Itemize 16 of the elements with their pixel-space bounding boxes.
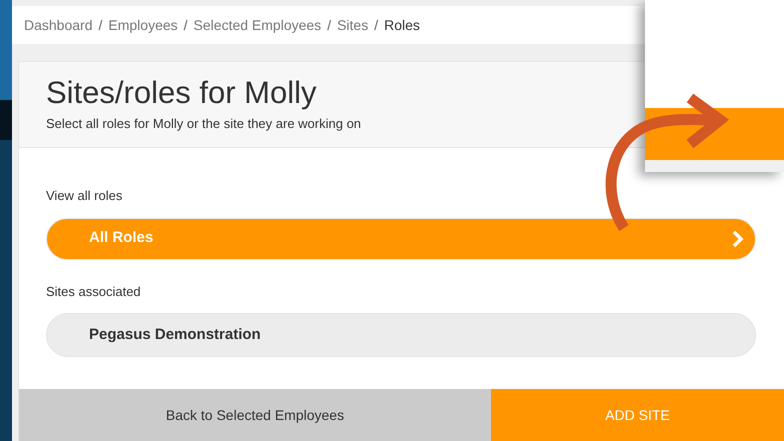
section-label: View all roles — [46, 187, 124, 205]
breadcrumb-separator: / — [327, 16, 332, 34]
page-subtitle: Select all roles for Molly or the site they are working on — [46, 115, 362, 133]
breadcrumb-link[interactable]: Sites — [337, 14, 368, 36]
back-button[interactable]: Back to Selected Employees — [19, 389, 491, 441]
breadcrumb-link[interactable]: Dashboard — [24, 14, 92, 36]
breadcrumb-separator: / — [98, 16, 102, 34]
breadcrumb-separator: / — [374, 16, 378, 34]
section-label: Sites associated — [46, 282, 142, 300]
breadcrumb-separator: / — [184, 16, 188, 34]
chevron-right-icon — [731, 230, 745, 248]
breadcrumb-link[interactable]: Employees — [108, 14, 178, 36]
breadcrumb-link[interactable]: Selected Employees — [194, 14, 322, 36]
page-title: Sites/roles for Molly — [46, 74, 318, 112]
breadcrumb-current: Roles — [384, 16, 420, 34]
site-item[interactable]: Pegasus Demonstration — [46, 313, 756, 357]
